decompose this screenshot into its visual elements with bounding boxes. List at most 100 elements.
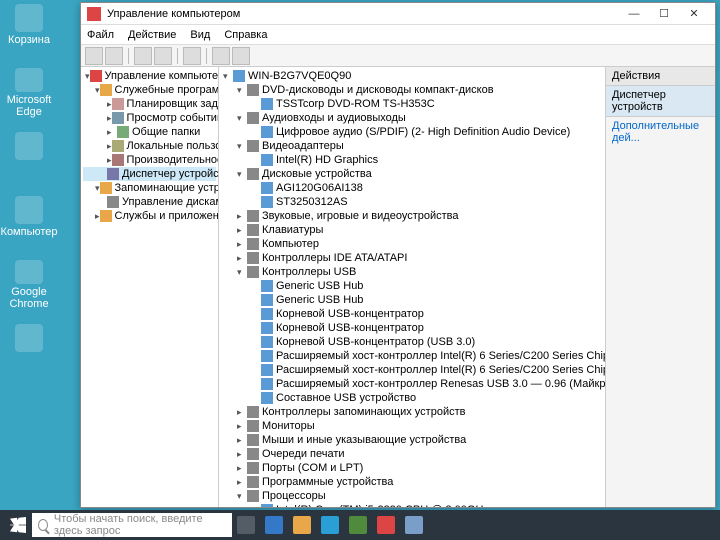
expand-arrow-icon[interactable]: ▾ — [237, 139, 247, 153]
desktop-icon[interactable] — [4, 132, 54, 182]
device-item[interactable]: Расширяемый хост-контроллер Intel(R) 6 S… — [221, 363, 603, 377]
tree-system-tools[interactable]: ▾Служебные программы — [83, 83, 216, 97]
device-item[interactable]: Составное USB устройство — [221, 391, 603, 405]
console-tree[interactable]: ▾Управление компьютером (л ▾Служебные пр… — [81, 67, 219, 507]
device-category[interactable]: ▸Мыши и иные указывающие устройства — [221, 433, 603, 447]
expand-arrow-icon[interactable]: ▸ — [237, 405, 247, 419]
help-button[interactable] — [183, 47, 201, 65]
desktop-icon[interactable]: Компьютер — [4, 196, 54, 246]
windows-logo-icon — [10, 517, 26, 533]
expand-arrow-icon[interactable]: ▾ — [237, 111, 247, 125]
tree-shared-folders[interactable]: ▸Общие папки — [83, 125, 216, 139]
search-box[interactable]: Чтобы начать поиск, введите здесь запрос — [32, 513, 232, 537]
tree-storage[interactable]: ▾Запоминающие устро — [83, 181, 216, 195]
expand-arrow-icon[interactable]: ▾ — [237, 83, 247, 97]
device-item[interactable]: Корневой USB-концентратор (USB 3.0) — [221, 335, 603, 349]
device-category[interactable]: ▸Контроллеры IDE ATA/ATAPI — [221, 251, 603, 265]
device-item[interactable]: Расширяемый хост-контроллер Intel(R) 6 S… — [221, 349, 603, 363]
desktop-icon[interactable]: Google Chrome — [4, 260, 54, 310]
device-item[interactable]: Цифровое аудио (S/PDIF) (2- High Definit… — [221, 125, 603, 139]
taskbar-app[interactable] — [372, 512, 400, 538]
maximize-button[interactable]: ☐ — [649, 5, 679, 23]
tool-button[interactable] — [212, 47, 230, 65]
expand-arrow-icon[interactable]: ▸ — [237, 419, 247, 433]
expand-arrow-icon[interactable]: ▸ — [237, 251, 247, 265]
forward-button[interactable] — [105, 47, 123, 65]
tree-performance[interactable]: ▸Производительност — [83, 153, 216, 167]
device-category[interactable]: ▸Программные устройства — [221, 475, 603, 489]
titlebar[interactable]: Управление компьютером — ☐ ✕ — [81, 3, 715, 25]
device-category[interactable]: ▸Мониторы — [221, 419, 603, 433]
taskbar-app[interactable] — [400, 512, 428, 538]
device-category[interactable]: ▸Порты (COM и LPT) — [221, 461, 603, 475]
expand-arrow-icon[interactable]: ▸ — [237, 475, 247, 489]
node-label: Клавиатуры — [262, 223, 323, 237]
expand-arrow-icon[interactable]: ▸ — [237, 223, 247, 237]
device-item[interactable]: ST3250312AS — [221, 195, 603, 209]
expand-arrow-icon[interactable]: ▾ — [237, 489, 247, 503]
device-category[interactable]: ▾Аудиовходы и аудиовыходы — [221, 111, 603, 125]
tree-task-scheduler[interactable]: ▸Планировщик задани — [83, 97, 216, 111]
device-category[interactable]: ▾DVD-дисководы и дисководы компакт-диско… — [221, 83, 603, 97]
tree-local-users[interactable]: ▸Локальные пользова — [83, 139, 216, 153]
expand-arrow-icon[interactable]: ▸ — [237, 461, 247, 475]
tree-device-manager[interactable]: Диспетчер устройст — [83, 167, 216, 181]
device-category[interactable]: ▾Видеоадаптеры — [221, 139, 603, 153]
device-item[interactable]: AGI120G06AI138 — [221, 181, 603, 195]
device-category[interactable]: ▾Процессоры — [221, 489, 603, 503]
device-category[interactable]: ▸ Клавиатуры — [221, 223, 603, 237]
menu-view[interactable]: Вид — [190, 29, 210, 41]
device-category[interactable]: ▾Дисковые устройства — [221, 167, 603, 181]
expand-arrow-icon[interactable]: ▾ — [237, 167, 247, 181]
device-item[interactable]: Корневой USB-концентратор — [221, 307, 603, 321]
device-category[interactable]: ▸Очереди печати — [221, 447, 603, 461]
start-button[interactable] — [4, 512, 32, 538]
node-label: Составное USB устройство — [276, 391, 416, 405]
device-category[interactable]: ▸Компьютер — [221, 237, 603, 251]
tree-event-viewer[interactable]: ▸Просмотр событий — [83, 111, 216, 125]
back-button[interactable] — [85, 47, 103, 65]
menu-help[interactable]: Справка — [224, 29, 267, 41]
device-category[interactable]: ▾Контроллеры USB — [221, 265, 603, 279]
actions-section[interactable]: Диспетчер устройств — [606, 86, 715, 117]
device-category[interactable]: ▸Контроллеры запоминающих устройств — [221, 405, 603, 419]
expand-arrow-icon[interactable]: ▾ — [223, 69, 233, 83]
task-view-button[interactable] — [232, 512, 260, 538]
node-label: Intel(R) Core(TM) i5-2320 CPU @ 3.00GHz — [276, 503, 489, 507]
desktop-icon[interactable]: Корзина — [4, 4, 54, 54]
actions-more[interactable]: Дополнительные дей... — [606, 117, 715, 147]
expand-arrow-icon[interactable]: ▸ — [237, 237, 247, 251]
taskbar-app[interactable] — [344, 512, 372, 538]
device-item[interactable]: Generic USB Hub — [221, 293, 603, 307]
show-hide-button[interactable] — [134, 47, 152, 65]
tree-services-apps[interactable]: ▸Службы и приложения — [83, 209, 216, 223]
device-item[interactable]: Intel(R) Core(TM) i5-2320 CPU @ 3.00GHz — [221, 503, 603, 507]
expand-arrow-icon[interactable]: ▸ — [237, 433, 247, 447]
properties-button[interactable] — [154, 47, 172, 65]
close-button[interactable]: ✕ — [679, 5, 709, 23]
menu-action[interactable]: Действие — [128, 29, 176, 41]
taskbar-app[interactable] — [316, 512, 344, 538]
tool-button[interactable] — [232, 47, 250, 65]
device-item[interactable]: Расширяемый хост-контроллер Renesas USB … — [221, 377, 603, 391]
expand-arrow-icon[interactable]: ▾ — [237, 265, 247, 279]
desktop-icon[interactable] — [4, 324, 54, 374]
device-icon — [247, 140, 259, 152]
expand-arrow-icon[interactable]: ▸ — [237, 209, 247, 223]
toolbar — [81, 45, 715, 67]
device-tree[interactable]: ▾WIN-B2G7VQE0Q90▾DVD-дисководы и дисково… — [219, 67, 605, 507]
tree-disk-management[interactable]: Управление дискам — [83, 195, 216, 209]
menu-file[interactable]: Файл — [87, 29, 114, 41]
device-item[interactable]: Корневой USB-концентратор — [221, 321, 603, 335]
expand-arrow-icon[interactable]: ▸ — [237, 447, 247, 461]
device-category[interactable]: ▸Звуковые, игровые и видеоустройства — [221, 209, 603, 223]
minimize-button[interactable]: — — [619, 5, 649, 23]
device-root[interactable]: ▾WIN-B2G7VQE0Q90 — [221, 69, 603, 83]
device-item[interactable]: Intel(R) HD Graphics — [221, 153, 603, 167]
device-item[interactable]: TSSTcorp DVD-ROM TS-H353C — [221, 97, 603, 111]
device-item[interactable]: Generic USB Hub — [221, 279, 603, 293]
taskbar-app[interactable] — [288, 512, 316, 538]
taskbar-app[interactable] — [260, 512, 288, 538]
tree-root[interactable]: ▾Управление компьютером (л — [83, 69, 216, 83]
desktop-icon[interactable]: Microsoft Edge — [4, 68, 54, 118]
